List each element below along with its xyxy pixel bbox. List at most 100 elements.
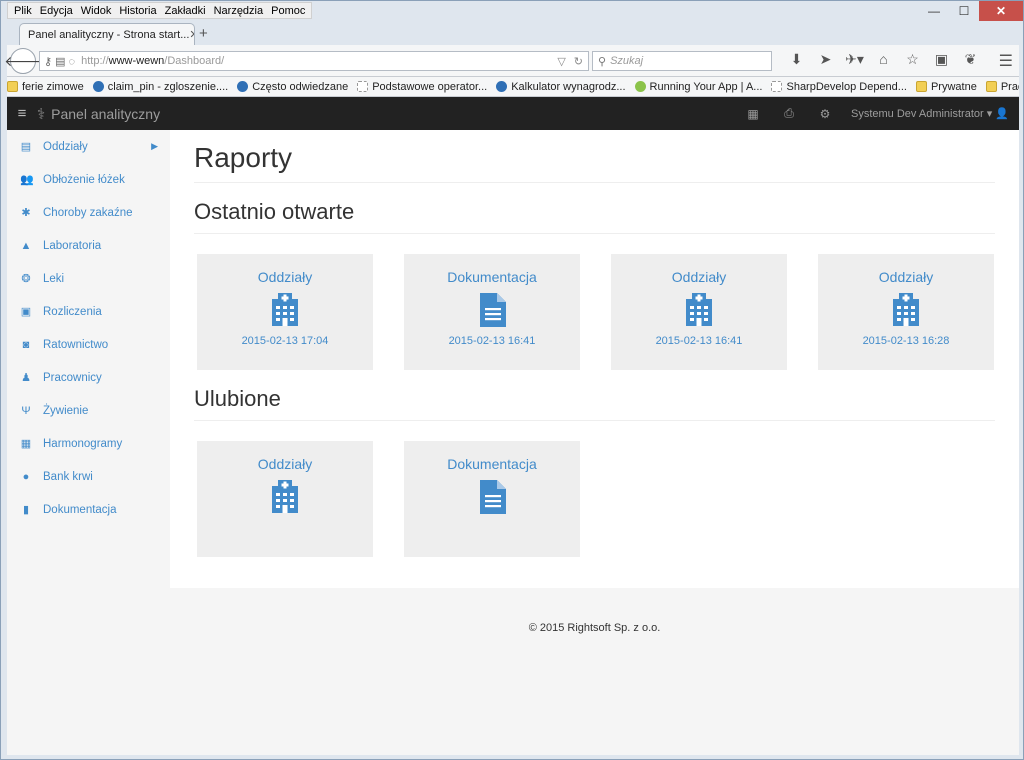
bookmark-label: Podstawowe operator...	[372, 80, 488, 93]
folder-icon	[7, 81, 18, 92]
sidebar-item[interactable]: ▣ Rozliczenia	[7, 295, 170, 328]
app-page: ≡ ⚕ Panel analityczny ▦ ⎙ ⚙ Systemu Dev …	[7, 97, 1019, 755]
search-placeholder: Szukaj	[610, 55, 644, 67]
drop-icon: ●	[22, 470, 30, 483]
tile-date: 2015-02-13 16:41	[448, 335, 536, 347]
folder-icon	[915, 81, 927, 92]
footer-left	[7, 588, 170, 755]
menu-item[interactable]: Pomoc	[267, 5, 309, 17]
cutlery-icon: Ψ	[21, 404, 31, 417]
sidebar-item-label: Oddziały	[43, 140, 88, 153]
search-input[interactable]: ⚲ Szukaj	[592, 51, 772, 71]
grid-icon[interactable]: ▦	[735, 107, 771, 121]
user-name: Systemu Dev Administrator	[851, 108, 984, 120]
tile-title: Oddziały	[878, 269, 934, 285]
user-menu[interactable]: Systemu Dev Administrator ▾ 👤	[851, 107, 1009, 120]
dropdown-icon[interactable]: ▽	[557, 55, 565, 68]
user-icon: 👤	[995, 108, 1009, 120]
sidebar-item[interactable]: ▤ Oddziały ▶	[7, 130, 170, 163]
bookmark-item[interactable]: Podstawowe operator...	[357, 81, 487, 93]
report-tile[interactable]: Dokumentacja 2015-02-13 16:41	[404, 254, 580, 370]
print-icon[interactable]: ⎙	[771, 106, 807, 121]
pills-icon: ❂	[21, 273, 31, 285]
sidebar-item[interactable]: ▮ Dokumentacja	[7, 493, 170, 526]
gear-icon[interactable]: ⚙	[807, 107, 843, 121]
bookmark-icon	[237, 81, 249, 92]
calendar-icon: ▦	[20, 438, 32, 450]
sidebar-item-label: Leki	[43, 272, 65, 285]
bookmark-item[interactable]: Praca	[985, 80, 1019, 93]
bookmark-label: Running Your App | A...	[649, 80, 763, 93]
sidebar-item[interactable]: ● Bank krwi	[7, 460, 170, 493]
maximize-button[interactable]: ☐	[949, 1, 979, 21]
tile-title: Oddziały	[257, 269, 313, 285]
hospital-icon	[271, 293, 299, 327]
menu-item[interactable]: Historia	[115, 5, 160, 17]
bookmark-item[interactable]: ferie zimowe	[7, 81, 84, 93]
nav-toolbar: 🡐 ⚷ ▤ ◌ http:// www-wewn /Dashboard/ ▽ ↻…	[4, 45, 1019, 77]
sidebar-item[interactable]: ▦ Harmonogramy	[7, 427, 170, 460]
sidebar-item[interactable]: ♟ Pracownicy	[7, 361, 170, 394]
reload-icon[interactable]: ↻	[574, 55, 583, 68]
menu-item[interactable]: Widok	[77, 5, 116, 17]
addon-icon[interactable]: ✈▾	[840, 51, 869, 68]
download-icon[interactable]: ⬇	[782, 51, 811, 68]
back-button[interactable]: 🡐	[4, 48, 42, 74]
bookmark-item[interactable]: Running Your App | A...	[634, 80, 763, 93]
bookmark-label: Praca	[1000, 80, 1019, 93]
close-button[interactable]: ✕	[979, 1, 1023, 21]
key-icon: ⚷ ▤ ◌	[44, 55, 76, 68]
send-icon[interactable]: ➤	[811, 51, 840, 68]
report-tile[interactable]: Oddziały 2015-02-13 16:41	[611, 254, 787, 370]
new-tab-icon[interactable]: +	[199, 25, 208, 42]
sidebar-item[interactable]: 👥 Obłożenie łóżek	[7, 163, 170, 196]
menu-item[interactable]: Zakładki	[161, 5, 210, 17]
menu-item[interactable]: Narzędzia	[210, 5, 268, 17]
bookmark-item[interactable]: Prywatne	[915, 81, 977, 93]
bookmark-item[interactable]: Kalkulator wynagrodz...	[496, 80, 626, 93]
report-tile[interactable]: Dokumentacja	[404, 441, 580, 557]
window-controls: — ☐ ✕	[919, 1, 1023, 21]
sidebar-item[interactable]: ▲ Laboratoria	[7, 229, 170, 262]
tab-title: Panel analityczny - Strona start...	[28, 28, 190, 41]
menu-bar: Plik Edycja Widok Historia Zakładki Narzędzia…	[7, 2, 313, 19]
ambulance-icon: ◙	[22, 338, 30, 351]
tile-date: 2015-02-13 16:41	[655, 335, 743, 347]
bookmark-label: Kalkulator wynagrodz...	[511, 80, 626, 93]
recent-heading: Ostatnio otwarte	[194, 199, 995, 234]
bookmark-icon	[771, 81, 783, 92]
url-bar[interactable]: ⚷ ▤ ◌ http:// www-wewn /Dashboard/ ▽ ↻	[39, 51, 589, 71]
users-icon: 👥	[20, 174, 34, 186]
sidebar-item[interactable]: ◙ Ratownictwo	[7, 328, 170, 361]
hamburger-icon[interactable]: ≡	[7, 105, 37, 122]
browser-menu-icon[interactable]: ☰	[999, 51, 1013, 71]
report-tile[interactable]: Oddziały 2015-02-13 16:28	[818, 254, 994, 370]
sidebar-item[interactable]: ❂ Leki	[7, 262, 170, 295]
sidebar-item[interactable]: ✱ Choroby zakaźne	[7, 196, 170, 229]
bookmark-star-icon[interactable]: ☆	[898, 51, 927, 68]
bookmark-icon	[92, 81, 104, 92]
menu-item[interactable]: Edycja	[36, 5, 77, 17]
minimize-button[interactable]: —	[919, 1, 949, 21]
tile-title: Oddziały	[671, 269, 727, 285]
favorite-tiles: Oddziały Dokumentacja	[197, 441, 995, 557]
home-icon[interactable]: ⌂	[869, 51, 898, 68]
pocket-icon[interactable]: ❦	[956, 51, 985, 68]
tile-date: 2015-02-13 16:28	[862, 335, 950, 347]
url-path: /Dashboard/	[164, 55, 225, 67]
bookmark-item[interactable]: SharpDevelop Depend...	[771, 81, 907, 93]
report-tile[interactable]: Oddziały	[197, 441, 373, 557]
sidebar-item[interactable]: Ψ Żywienie	[7, 394, 170, 427]
tile-title: Dokumentacja	[447, 269, 537, 285]
clipboard-icon[interactable]: ▣	[927, 51, 956, 68]
report-tile[interactable]: Oddziały 2015-02-13 17:04	[197, 254, 373, 370]
app-brand[interactable]: Panel analityczny	[51, 106, 160, 122]
browser-tab[interactable]: Panel analityczny - Strona start... ✕	[19, 23, 195, 45]
sidebar-item-label: Harmonogramy	[43, 437, 123, 450]
bookmark-item[interactable]: Często odwiedzane	[237, 81, 348, 93]
tab-close-icon[interactable]: ✕	[189, 28, 194, 41]
menu-item[interactable]: Plik	[10, 5, 36, 17]
chevron-right-icon: ▶	[151, 141, 158, 151]
sidebar-item-label: Laboratoria	[43, 239, 102, 252]
bookmark-item[interactable]: claim_pin - zgloszenie....	[92, 81, 228, 93]
